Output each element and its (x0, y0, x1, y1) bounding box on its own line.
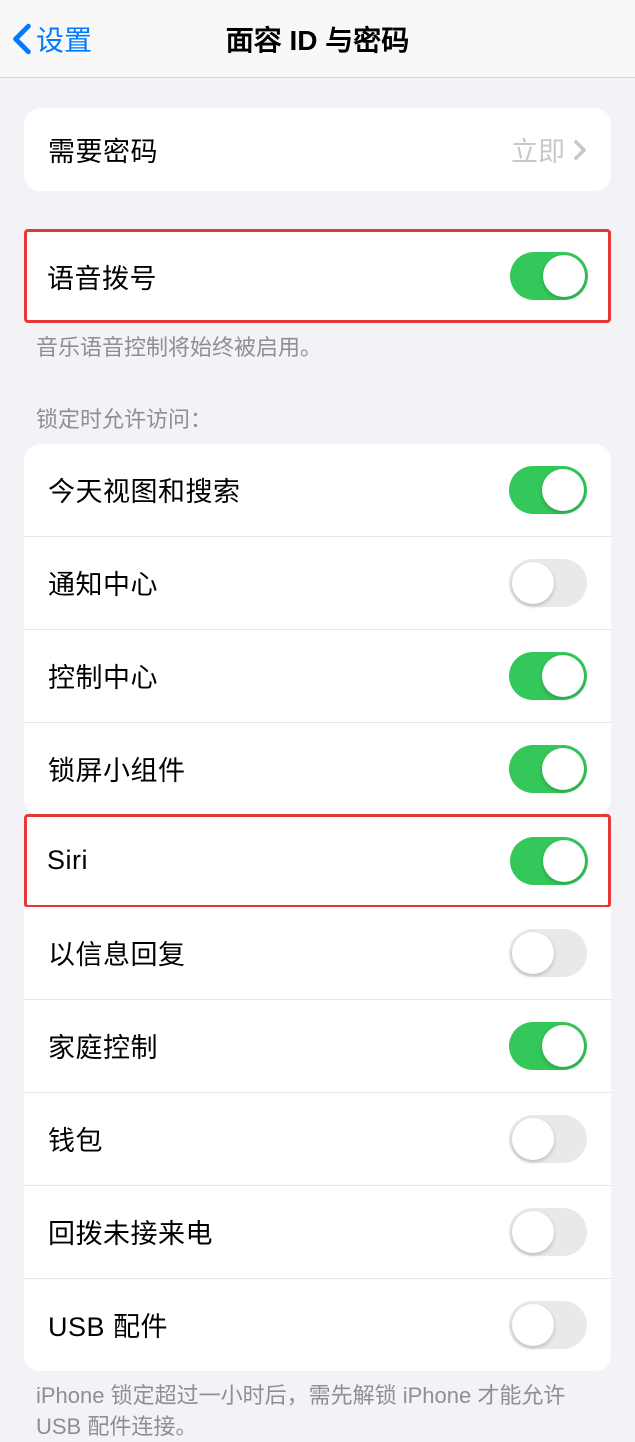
require-passcode-value: 立即 (511, 130, 565, 169)
lock-widgets-row: 锁屏小组件 (24, 722, 611, 815)
siri-label: Siri (47, 845, 88, 876)
control-center-toggle[interactable] (509, 652, 587, 700)
notification-center-label: 通知中心 (48, 563, 158, 602)
today-view-label: 今天视图和搜索 (48, 470, 241, 509)
voice-dial-highlight: 语音拨号 (24, 229, 611, 323)
siri-row: Siri (27, 817, 608, 905)
home-control-label: 家庭控制 (48, 1026, 158, 1065)
reply-message-label: 以信息回复 (48, 933, 186, 972)
wallet-label: 钱包 (48, 1119, 103, 1158)
page-title: 面容 ID 与密码 (226, 19, 410, 59)
require-passcode-row[interactable]: 需要密码 立即 (24, 108, 611, 191)
usb-footer: iPhone 锁定超过一小时后，需先解锁 iPhone 才能允许 USB 配件连… (0, 1371, 635, 1442)
back-button[interactable]: 设置 (12, 19, 92, 59)
control-center-row: 控制中心 (24, 629, 611, 722)
chevron-left-icon (12, 23, 32, 55)
usb-row: USB 配件 (24, 1278, 611, 1371)
voice-dial-label: 语音拨号 (47, 257, 157, 296)
home-control-row: 家庭控制 (24, 999, 611, 1092)
reply-message-toggle[interactable] (509, 929, 587, 977)
lock-widgets-label: 锁屏小组件 (48, 749, 186, 788)
siri-highlight: Siri (24, 814, 611, 908)
usb-label: USB 配件 (48, 1305, 168, 1344)
control-center-label: 控制中心 (48, 656, 158, 695)
voice-dial-toggle[interactable] (510, 252, 588, 300)
lock-widgets-toggle[interactable] (509, 745, 587, 793)
siri-toggle[interactable] (510, 837, 588, 885)
return-calls-row: 回拨未接来电 (24, 1185, 611, 1278)
today-view-toggle[interactable] (509, 466, 587, 514)
wallet-toggle[interactable] (509, 1115, 587, 1163)
navigation-bar: 设置 面容 ID 与密码 (0, 0, 635, 78)
allow-access-header: 锁定时允许访问： (0, 402, 635, 444)
back-label: 设置 (36, 19, 92, 59)
usb-toggle[interactable] (509, 1301, 587, 1349)
wallet-row: 钱包 (24, 1092, 611, 1185)
reply-message-row: 以信息回复 (24, 907, 611, 999)
notification-center-row: 通知中心 (24, 536, 611, 629)
home-control-toggle[interactable] (509, 1022, 587, 1070)
require-passcode-label: 需要密码 (48, 130, 158, 169)
return-calls-label: 回拨未接来电 (48, 1212, 213, 1251)
return-calls-toggle[interactable] (509, 1208, 587, 1256)
notification-center-toggle[interactable] (509, 559, 587, 607)
chevron-right-icon (573, 139, 587, 161)
voice-dial-row: 语音拨号 (27, 232, 608, 320)
voice-dial-footer: 音乐语音控制将始终被启用。 (0, 323, 635, 364)
today-view-row: 今天视图和搜索 (24, 444, 611, 536)
